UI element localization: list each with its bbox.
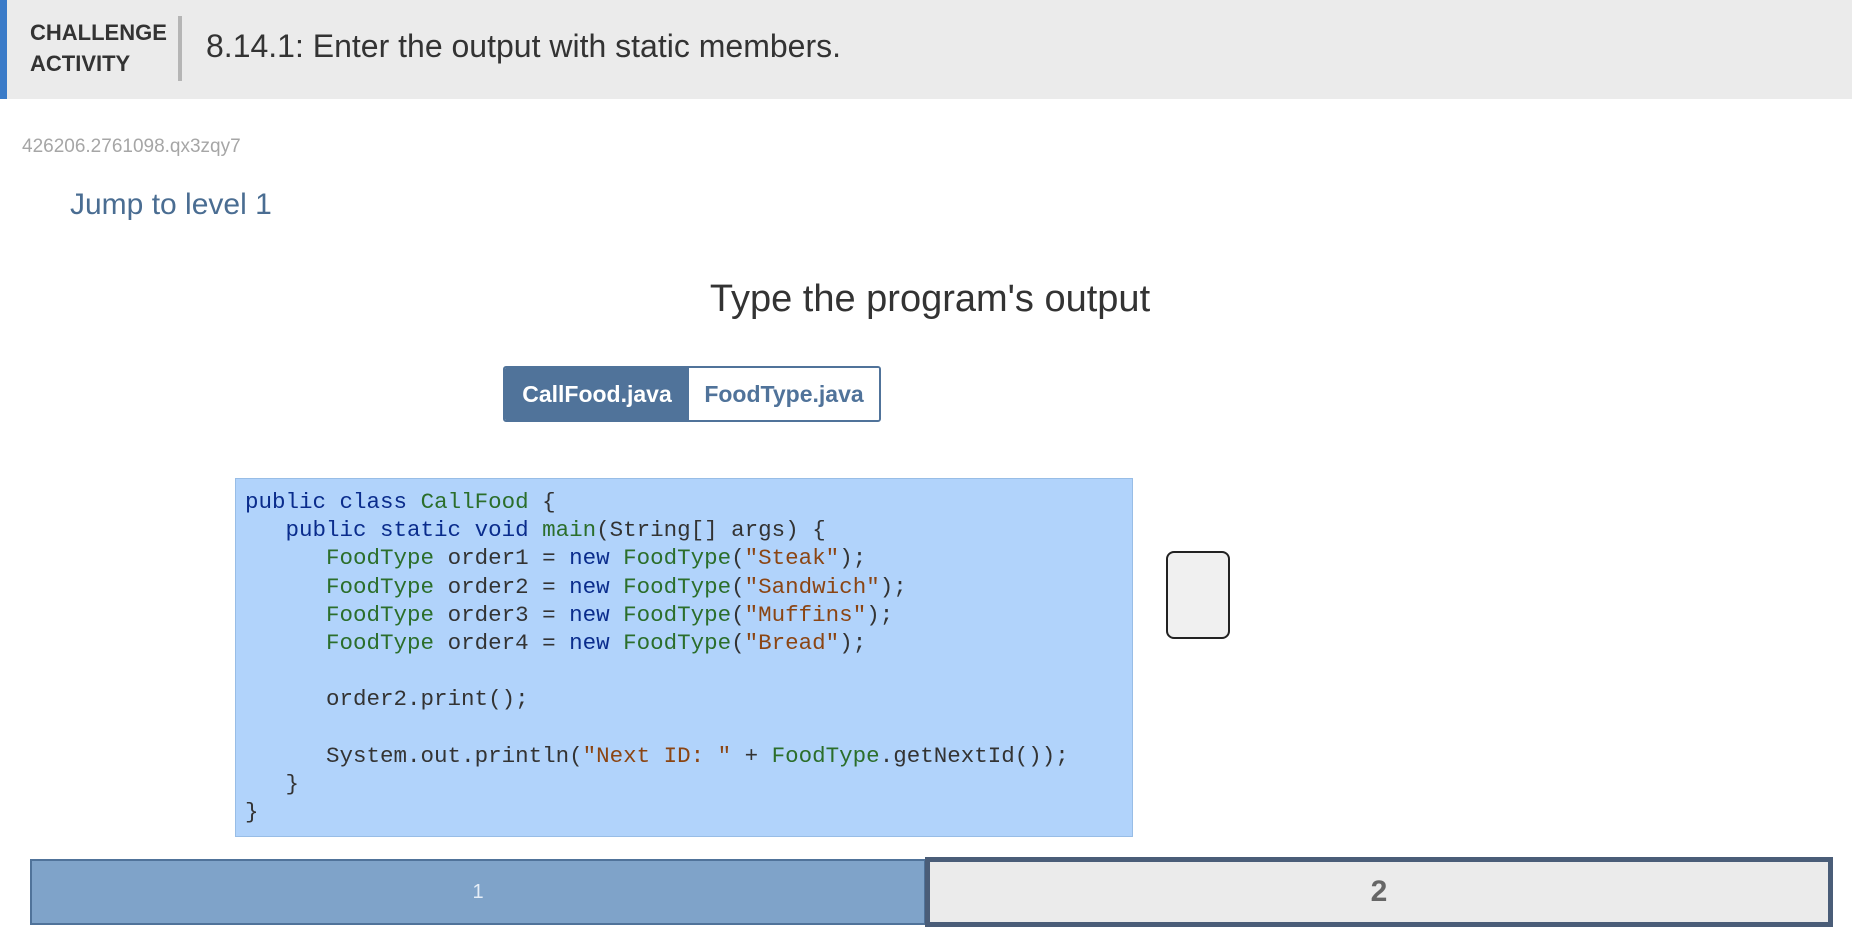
code-line: FoodType order4 = new FoodType("Bread"); [326,630,867,657]
tab-callfood-java[interactable]: CallFood.java [505,368,689,420]
jump-to-level-link[interactable]: Jump to level 1 [70,188,272,222]
code-line: } [245,771,300,798]
level-1-button[interactable]: 1 [30,859,926,925]
code-line: } [245,799,259,826]
code-line: System.out.println("Next ID: " + FoodTyp… [326,742,1069,769]
code-block: public class CallFood { public static vo… [235,478,1133,837]
activity-type-label: CHALLENGE ACTIVITY [30,20,167,76]
code-line: FoodType order1 = new FoodType("Steak"); [326,545,867,572]
file-tabs: CallFood.java FoodType.java [503,366,881,422]
code-line: order2.print(); [326,686,529,713]
code-line: FoodType order2 = new FoodType("Sandwich… [326,573,907,600]
header-divider [178,16,182,81]
activity-title: 8.14.1: Enter the output with static mem… [206,28,841,64]
code-line: public static void main(String[] args) { [285,517,826,544]
code-line: FoodType order3 = new FoodType("Muffins"… [326,601,894,628]
activity-id: 426206.2761098.qx3zqy7 [22,136,241,157]
answer-input[interactable] [1166,551,1230,639]
level-progress: 1 2 [30,857,1833,927]
activity-header: CHALLENGE ACTIVITY 8.14.1: Enter the out… [0,0,1852,99]
code-line: public class CallFood { [245,489,556,515]
level-2-button[interactable]: 2 [925,857,1833,927]
tab-foodtype-java[interactable]: FoodType.java [689,368,879,420]
instruction-text: Type the program's output [709,278,1151,320]
